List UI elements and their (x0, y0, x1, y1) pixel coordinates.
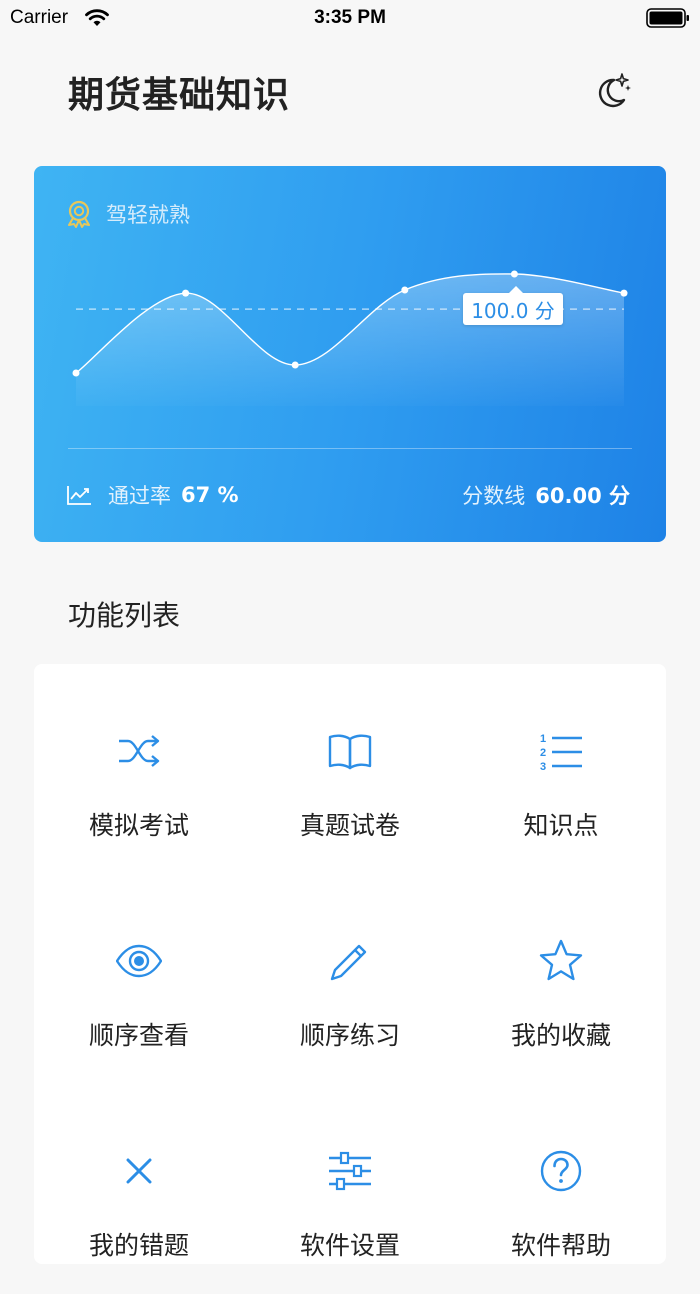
function-panel: 模拟考试 真题试卷 1 2 3 知识点 顺序查看 顺序练习 我的收藏 我的错题 … (34, 664, 666, 1264)
pencil-icon (330, 944, 367, 981)
func-knowledge-points[interactable]: 1 2 3 知识点 (456, 664, 666, 874)
svg-text:1: 1 (540, 733, 546, 745)
star-icon (539, 939, 583, 981)
numbered-list-icon: 1 2 3 (540, 733, 582, 773)
func-settings[interactable]: 软件设置 (245, 1084, 455, 1294)
func-label: 我的错题 (88, 1231, 189, 1260)
func-wrong-questions[interactable]: 我的错题 (34, 1084, 244, 1294)
help-circle-icon (540, 1150, 582, 1192)
function-list-title: 功能列表 (68, 599, 181, 632)
pass-rate-value: 67 % (181, 483, 239, 507)
eye-icon (116, 944, 162, 978)
award-badge-icon (68, 200, 90, 228)
func-label: 模拟考试 (88, 811, 189, 840)
level-row: 驾轻就熟 (66, 200, 190, 228)
pass-rate-row: 通过率 67 % (66, 480, 239, 510)
status-time: 3:35 PM (314, 7, 386, 28)
chart-point-3 (401, 286, 409, 294)
moon-sparkle-icon (598, 73, 631, 108)
status-bar: Carrier 3:35 PM (0, 0, 700, 36)
score-line-label: 分数线 (462, 484, 526, 508)
close-icon (126, 1158, 152, 1184)
func-label: 顺序查看 (88, 1021, 189, 1050)
score-line-value: 60.00 分 (535, 484, 630, 508)
trend-chart-icon (67, 486, 91, 505)
func-label: 真题试卷 (299, 811, 400, 840)
func-label: 知识点 (523, 811, 599, 840)
score-card: 驾轻就熟 100.0 分 通过率 67 % 分数线 60.00 分 (34, 166, 666, 542)
page-title: 期货基础知识 (68, 75, 291, 116)
func-mock-exam[interactable]: 模拟考试 (34, 664, 244, 874)
book-icon (328, 734, 372, 770)
svg-text:2: 2 (540, 747, 546, 759)
func-sequential-view[interactable]: 顺序查看 (34, 874, 244, 1084)
chart-point-4 (510, 270, 518, 278)
score-tooltip: 100.0 分 (463, 286, 563, 325)
score-line-row: 分数线 60.00 分 (462, 480, 630, 510)
func-sequential-practice[interactable]: 顺序练习 (245, 874, 455, 1084)
chart-point-1 (182, 289, 190, 297)
chart-point-0 (72, 369, 80, 377)
shuffle-icon (119, 735, 160, 767)
svg-text:3: 3 (540, 761, 546, 773)
func-help[interactable]: 软件帮助 (456, 1084, 666, 1294)
func-label: 软件设置 (299, 1231, 400, 1260)
sliders-icon (329, 1151, 371, 1191)
func-past-papers[interactable]: 真题试卷 (245, 664, 455, 874)
card-divider (68, 448, 632, 449)
level-label: 驾轻就熟 (106, 203, 190, 227)
pass-rate-label: 通过率 (108, 484, 171, 508)
chart-point-5 (620, 289, 628, 297)
theme-toggle-button[interactable] (592, 70, 636, 114)
func-label: 软件帮助 (510, 1231, 611, 1260)
battery-icon (646, 8, 689, 28)
func-label: 我的收藏 (510, 1021, 611, 1050)
chart-point-2 (291, 361, 299, 369)
func-favorites[interactable]: 我的收藏 (456, 874, 666, 1084)
func-label: 顺序练习 (299, 1021, 400, 1050)
